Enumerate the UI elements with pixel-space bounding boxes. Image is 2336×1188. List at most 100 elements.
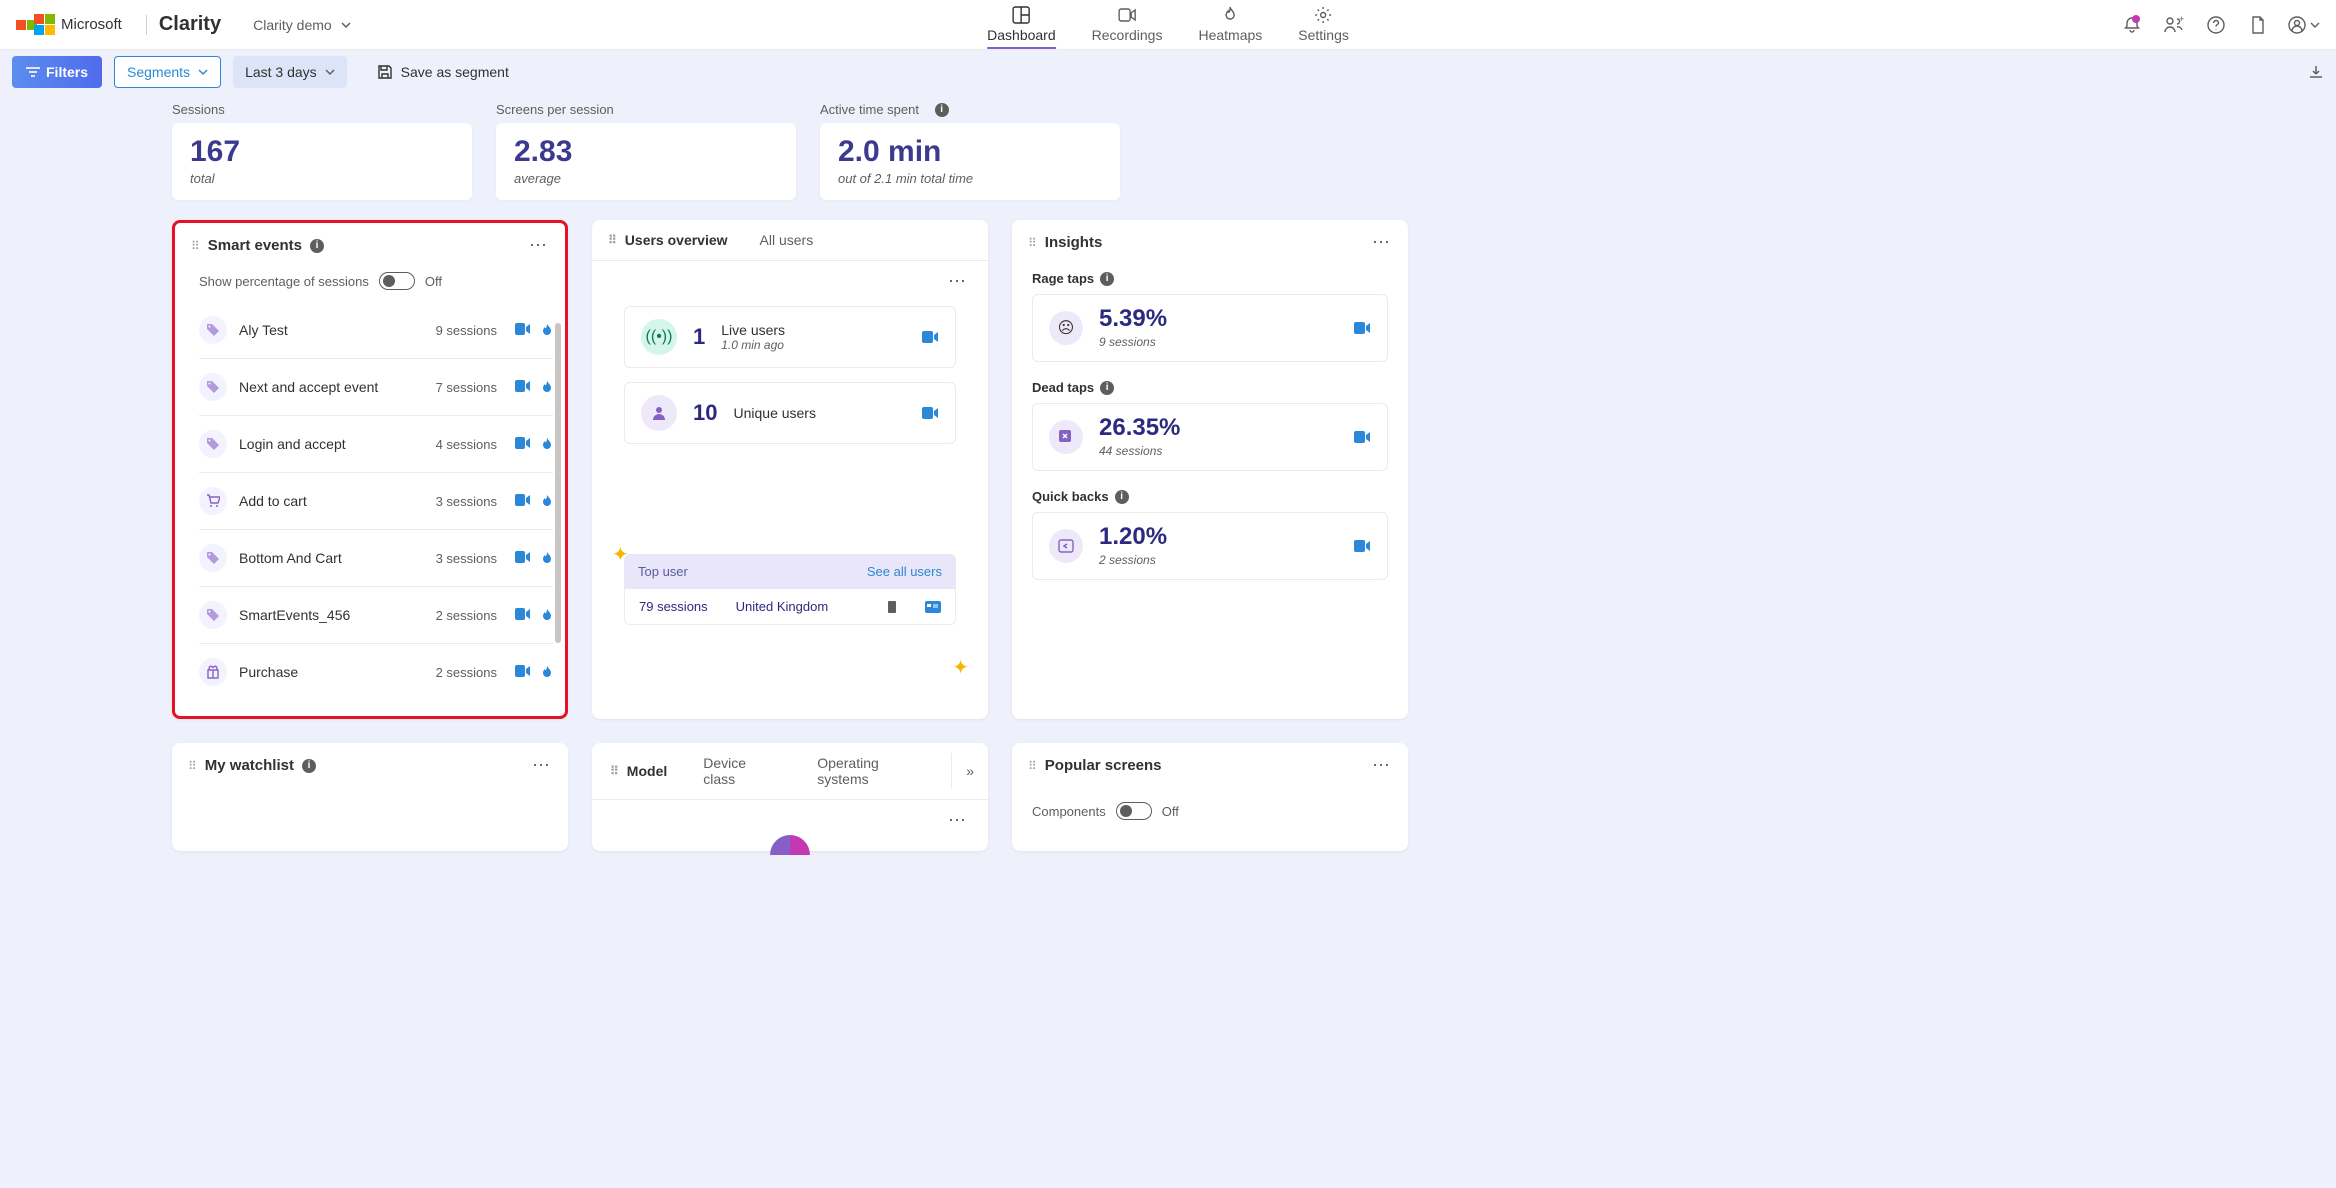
event-row[interactable]: Purchase2 sessions — [199, 644, 553, 700]
drag-handle-icon[interactable]: ⠿ — [608, 233, 617, 247]
dead-sub: 44 sessions — [1099, 444, 1337, 458]
heatmap-icon[interactable] — [541, 608, 553, 622]
metric-card[interactable]: 167 total — [172, 123, 472, 200]
quick-label: Quick backs — [1032, 489, 1109, 504]
heatmap-icon[interactable] — [541, 437, 553, 451]
video-icon[interactable] — [1353, 321, 1371, 335]
save-segment-button[interactable]: Save as segment — [377, 64, 509, 80]
video-icon[interactable] — [515, 608, 531, 622]
event-type-icon — [199, 430, 227, 458]
card-icon[interactable] — [925, 601, 941, 613]
video-icon[interactable] — [921, 330, 939, 344]
tab-heatmaps-label: Heatmaps — [1198, 27, 1262, 43]
heatmap-icon[interactable] — [541, 665, 553, 679]
event-name: Next and accept event — [239, 379, 424, 395]
video-icon[interactable] — [515, 551, 531, 565]
tab-label: Users overview — [625, 232, 728, 248]
filters-button[interactable]: Filters — [12, 56, 102, 88]
info-icon[interactable]: i — [310, 239, 324, 253]
tab-all-users[interactable]: All users — [744, 220, 830, 260]
event-row[interactable]: Add to cart3 sessions — [199, 473, 553, 530]
account-icon[interactable] — [2288, 13, 2320, 37]
video-icon[interactable] — [921, 406, 939, 420]
tab-recordings[interactable]: Recordings — [1092, 1, 1163, 49]
tab-model[interactable]: ⠿Model — [592, 751, 685, 791]
unique-users-card[interactable]: 10 Unique users — [624, 382, 956, 444]
top-header: Microsoft Clarity Clarity demo Dashboard… — [0, 0, 2336, 50]
components-toggle[interactable] — [1116, 802, 1152, 820]
more-icon[interactable]: ⋯ — [948, 810, 968, 831]
info-icon[interactable]: i — [302, 759, 316, 773]
top-user-row[interactable]: 79 sessions United Kingdom ✦ — [624, 589, 956, 625]
video-icon[interactable] — [1353, 430, 1371, 444]
see-all-users-link[interactable]: See all users — [867, 564, 942, 579]
download-icon[interactable] — [2308, 64, 2324, 80]
metric-sub: average — [514, 171, 778, 186]
rage-taps-card[interactable]: ☹ 5.39% 9 sessions — [1032, 294, 1388, 362]
metric-card[interactable]: 2.0 min out of 2.1 min total time — [820, 123, 1120, 200]
tab-users-overview[interactable]: ⠿ Users overview — [592, 220, 744, 260]
heatmap-icon[interactable] — [541, 494, 553, 508]
more-icon[interactable]: ⋯ — [1372, 232, 1392, 253]
tab-device-class[interactable]: Device class — [685, 743, 799, 799]
video-icon[interactable] — [515, 380, 531, 394]
metric-sub: total — [190, 171, 454, 186]
video-icon[interactable] — [515, 494, 531, 508]
heatmap-icon[interactable] — [541, 380, 553, 394]
heatmap-icon[interactable] — [541, 551, 553, 565]
project-dropdown[interactable]: Clarity demo — [253, 17, 352, 33]
more-icon[interactable]: ⋯ — [1372, 755, 1392, 776]
video-icon[interactable] — [515, 437, 531, 451]
live-users-card[interactable]: ((•)) 1 Live users 1.0 min ago — [624, 306, 956, 368]
info-icon[interactable]: i — [1100, 381, 1114, 395]
info-icon[interactable]: i — [1115, 490, 1129, 504]
tab-dashboard[interactable]: Dashboard — [987, 1, 1056, 49]
document-icon[interactable] — [2246, 13, 2270, 37]
more-icon[interactable]: ⋯ — [529, 235, 549, 256]
heatmap-icon[interactable] — [541, 323, 553, 337]
tab-heatmaps[interactable]: Heatmaps — [1198, 1, 1262, 49]
event-row[interactable]: Next and accept event7 sessions — [199, 359, 553, 416]
date-range-button[interactable]: Last 3 days — [233, 56, 347, 88]
drag-handle-icon[interactable]: ⠿ — [191, 239, 200, 253]
info-icon[interactable]: i — [935, 103, 949, 117]
tab-settings[interactable]: Settings — [1298, 1, 1349, 49]
video-icon[interactable] — [515, 665, 531, 679]
event-row[interactable]: Login and accept4 sessions — [199, 416, 553, 473]
people-icon[interactable]: + — [2162, 13, 2186, 37]
tab-label: Device class — [703, 755, 781, 787]
tab-dashboard-label: Dashboard — [987, 27, 1056, 43]
segments-button[interactable]: Segments — [114, 56, 221, 88]
drag-handle-icon[interactable]: ⠿ — [1028, 759, 1037, 773]
more-icon[interactable]: ⋯ — [948, 271, 968, 292]
event-row[interactable]: SmartEvents_4562 sessions — [199, 587, 553, 644]
video-icon[interactable] — [1353, 539, 1371, 553]
top-user-label: Top user — [638, 564, 688, 579]
scrollbar[interactable] — [555, 323, 561, 643]
save-icon — [377, 64, 393, 80]
panel-title: Smart events — [208, 237, 302, 254]
event-row[interactable]: Bottom And Cart3 sessions — [199, 530, 553, 587]
main-content: Sessions 167 total Screens per session 2… — [0, 94, 2336, 871]
drag-handle-icon[interactable]: ⠿ — [188, 759, 197, 773]
chart-preview — [770, 835, 810, 855]
dead-taps-card[interactable]: 26.35% 44 sessions — [1032, 403, 1388, 471]
video-icon[interactable] — [515, 323, 531, 337]
percentage-toggle[interactable] — [379, 272, 415, 290]
info-icon[interactable]: i — [1100, 272, 1114, 286]
rage-label: Rage taps — [1032, 271, 1094, 286]
chevron-down-icon — [340, 19, 352, 31]
event-row[interactable]: Aly Test9 sessions — [199, 302, 553, 359]
app-name: Clarity — [159, 13, 221, 36]
quick-backs-card[interactable]: 1.20% 2 sessions — [1032, 512, 1388, 580]
metric-card[interactable]: 2.83 average — [496, 123, 796, 200]
more-icon[interactable]: ⋯ — [532, 755, 552, 776]
more-tabs-button[interactable]: » — [951, 753, 988, 789]
chevron-down-icon — [198, 67, 208, 77]
drag-handle-icon[interactable]: ⠿ — [610, 764, 619, 778]
help-icon[interactable] — [2204, 13, 2228, 37]
tab-os[interactable]: Operating systems — [799, 743, 951, 799]
notifications-icon[interactable] — [2120, 13, 2144, 37]
drag-handle-icon[interactable]: ⠿ — [1028, 236, 1037, 250]
dead-pct: 26.35% — [1099, 416, 1337, 440]
